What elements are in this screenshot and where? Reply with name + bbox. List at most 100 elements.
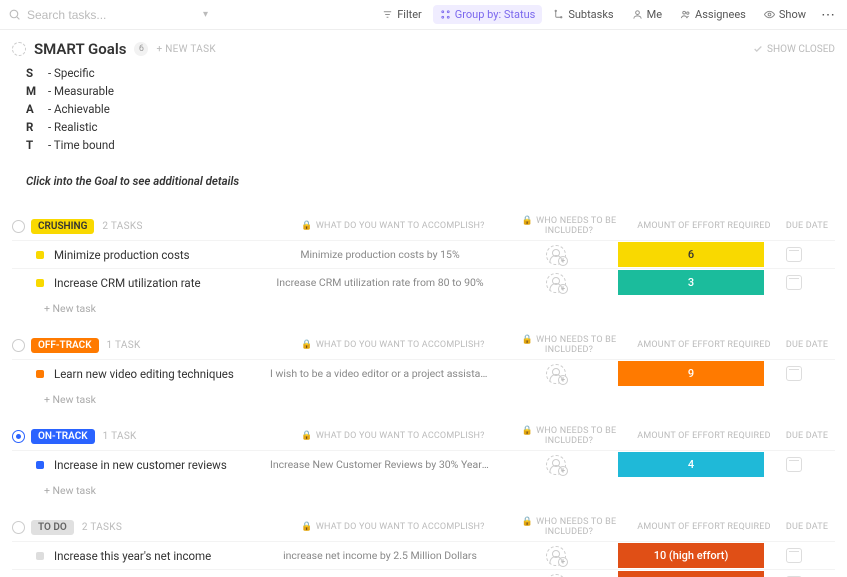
new-task-row[interactable]: + New task <box>12 478 835 501</box>
effort-value: 6 <box>618 242 764 267</box>
effort-value: 10 (high effort) <box>618 571 764 577</box>
collapse-toggle[interactable] <box>12 521 25 534</box>
show-button[interactable]: Show <box>757 5 813 24</box>
task-due[interactable] <box>766 457 822 472</box>
task-row[interactable]: Increase in new customer reviewsIncrease… <box>12 450 835 478</box>
search-input[interactable] <box>27 8 147 22</box>
smart-row: M- Measurable <box>26 82 835 100</box>
plus-icon: + <box>558 256 568 266</box>
filter-icon <box>382 9 393 20</box>
show-closed-button[interactable]: SHOW CLOSED <box>753 44 835 55</box>
column-heads: 🔒WHAT DO YOU WANT TO ACCOMPLISH?🔒WHO NEE… <box>277 335 835 355</box>
avatar-empty-icon: + <box>546 245 566 265</box>
effort-value: 4 <box>618 452 764 477</box>
status-pill[interactable]: TO DO <box>31 520 74 535</box>
col-head-due: DUE DATE <box>779 340 835 350</box>
task-group: TO DO2 TASKS🔒WHAT DO YOU WANT TO ACCOMPL… <box>12 513 835 577</box>
lock-icon: 🔒 <box>522 216 533 226</box>
lock-icon: 🔒 <box>522 426 533 436</box>
filter-button[interactable]: Filter <box>375 5 429 24</box>
collapse-toggle[interactable] <box>12 339 25 352</box>
smart-row: A- Achievable <box>26 100 835 118</box>
assignees-label: Assignees <box>695 8 746 21</box>
task-effort[interactable]: 6 <box>616 242 766 267</box>
smart-row: S- Specific <box>26 64 835 82</box>
task-who[interactable]: + <box>496 546 616 566</box>
calendar-icon <box>786 548 802 563</box>
task-who[interactable]: + <box>496 455 616 475</box>
task-row[interactable]: Learn new video editing techniquesI wish… <box>12 359 835 387</box>
task-effort[interactable]: 9 <box>616 361 766 386</box>
task-effort[interactable]: 10 (high effort) <box>616 571 766 577</box>
show-label: Show <box>779 8 806 21</box>
chevron-down-icon[interactable]: ▾ <box>203 9 208 20</box>
eye-icon <box>764 9 775 20</box>
smart-word: - Realistic <box>48 120 98 134</box>
effort-value: 3 <box>618 270 764 295</box>
task-status-dot <box>36 279 44 287</box>
task-effort[interactable]: 4 <box>616 452 766 477</box>
new-task-link[interactable]: + NEW TASK <box>156 44 215 55</box>
smart-list: S- SpecificM- MeasurableA- Achievable R - … <box>12 62 835 160</box>
task-due[interactable] <box>766 548 822 563</box>
status-pill[interactable]: ON-TRACK <box>31 429 95 444</box>
task-due[interactable] <box>766 366 822 381</box>
avatar-empty-icon: + <box>546 273 566 293</box>
content: SMART Goals 6 + NEW TASK SHOW CLOSED S- … <box>0 30 847 577</box>
subtasks-button[interactable]: Subtasks <box>546 5 620 24</box>
task-who[interactable]: + <box>496 364 616 384</box>
status-pill[interactable]: OFF-TRACK <box>31 338 99 353</box>
task-effort[interactable]: 10 (high effort) <box>616 543 766 568</box>
avatar-empty-icon: + <box>546 455 566 475</box>
me-label: Me <box>647 8 662 21</box>
me-button[interactable]: Me <box>625 5 669 24</box>
task-row[interactable]: Reduce production idle timeReduce produc… <box>12 569 835 577</box>
collapse-toggle[interactable] <box>12 220 25 233</box>
col-head-who: 🔒WHO NEEDS TO BE INCLUDED? <box>509 517 629 537</box>
topbar: ▾ Filter Group by: Status Subtasks Me <box>0 0 847 30</box>
calendar-icon <box>786 366 802 381</box>
groupby-button[interactable]: Group by: Status <box>433 5 543 24</box>
task-effort[interactable]: 3 <box>616 270 766 295</box>
collapse-toggle[interactable] <box>12 430 25 443</box>
new-task-row[interactable]: + New task <box>12 296 835 319</box>
col-head-effort: AMOUNT OF EFFORT REQUIRED <box>629 431 779 441</box>
show-closed-label: SHOW CLOSED <box>767 44 835 55</box>
calendar-icon <box>786 247 802 262</box>
task-status-dot <box>36 461 44 469</box>
assignees-button[interactable]: Assignees <box>673 5 753 24</box>
lock-icon: 🔒 <box>522 517 533 527</box>
col-head-effort: AMOUNT OF EFFORT REQUIRED <box>629 221 779 231</box>
new-task-row[interactable]: + New task <box>12 387 835 410</box>
effort-value: 9 <box>618 361 764 386</box>
task-who[interactable]: + <box>496 574 616 577</box>
task-status-dot <box>36 251 44 259</box>
task-row[interactable]: Minimize production costsMinimize produc… <box>12 240 835 268</box>
lock-icon: 🔒 <box>301 431 312 441</box>
task-who[interactable]: + <box>496 245 616 265</box>
smart-row: R - Realistic <box>26 118 835 136</box>
status-ring-icon[interactable] <box>12 42 26 56</box>
more-icon[interactable]: ⋯ <box>817 7 839 23</box>
task-due[interactable] <box>766 247 822 262</box>
task-row[interactable]: Increase this year's net incomeincrease … <box>12 541 835 569</box>
group-task-count: 1 TASK <box>103 431 137 442</box>
task-who[interactable]: + <box>496 273 616 293</box>
task-due[interactable] <box>766 275 822 290</box>
plus-icon: + <box>558 466 568 476</box>
task-row[interactable]: Increase CRM utilization rateIncrease CR… <box>12 268 835 296</box>
col-head-due: DUE DATE <box>779 522 835 532</box>
avatar-empty-icon: + <box>546 364 566 384</box>
task-group: ON-TRACK1 TASK🔒WHAT DO YOU WANT TO ACCOM… <box>12 422 835 501</box>
smart-word: - Achievable <box>48 102 110 116</box>
task-accomplish: Increase New Customer Reviews by 30% Yea… <box>264 458 496 471</box>
smart-letter: R <box>26 120 40 134</box>
subtasks-icon <box>553 9 564 20</box>
smart-letter: S <box>26 66 40 80</box>
smart-letter: T <box>26 138 40 152</box>
avatar-empty-icon: + <box>546 574 566 577</box>
plus-icon: + <box>558 375 568 385</box>
task-status-dot <box>36 552 44 560</box>
col-head-accomplish: 🔒WHAT DO YOU WANT TO ACCOMPLISH? <box>277 340 509 350</box>
status-pill[interactable]: CRUSHING <box>31 219 94 234</box>
